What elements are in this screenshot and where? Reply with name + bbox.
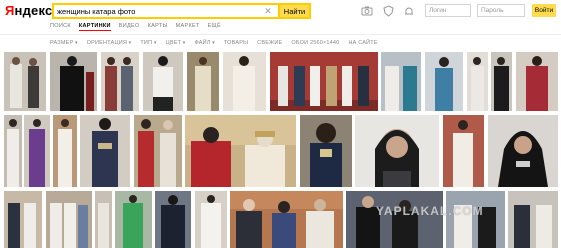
image-thumbnail[interactable] xyxy=(50,52,97,111)
image-thumbnail[interactable] xyxy=(4,52,46,111)
image-thumbnail[interactable] xyxy=(425,52,463,111)
image-thumbnail[interactable] xyxy=(187,52,219,111)
image-thumbnail[interactable] xyxy=(4,115,22,187)
image-thumbnail[interactable] xyxy=(516,52,558,111)
image-thumbnail[interactable] xyxy=(491,52,512,111)
image-thumbnail[interactable] xyxy=(143,52,183,111)
image-thumbnail[interactable] xyxy=(80,115,130,187)
image-thumbnail[interactable] xyxy=(195,191,227,248)
image-thumbnail[interactable] xyxy=(467,52,488,111)
image-thumbnail[interactable] xyxy=(95,191,112,248)
image-thumbnail[interactable] xyxy=(53,115,77,187)
image-thumbnail[interactable] xyxy=(46,191,92,248)
image-thumbnail[interactable] xyxy=(443,115,484,187)
image-thumbnail[interactable] xyxy=(4,191,42,248)
image-thumbnail[interactable] xyxy=(155,191,191,248)
image-thumbnail[interactable] xyxy=(223,52,266,111)
image-thumbnail[interactable] xyxy=(185,115,296,187)
image-thumbnail[interactable] xyxy=(134,115,182,187)
image-thumbnail[interactable] xyxy=(300,115,352,187)
image-thumbnail[interactable] xyxy=(230,191,343,248)
watermark: YAPLAKAL.COM xyxy=(376,204,484,218)
image-thumbnail[interactable] xyxy=(24,115,50,187)
image-thumbnail[interactable] xyxy=(115,191,152,248)
image-thumbnail[interactable] xyxy=(101,52,139,111)
image-thumbnail[interactable] xyxy=(488,115,558,187)
image-thumbnail[interactable] xyxy=(270,52,378,111)
image-thumbnail[interactable] xyxy=(355,115,439,187)
image-thumbnail[interactable] xyxy=(381,52,421,111)
